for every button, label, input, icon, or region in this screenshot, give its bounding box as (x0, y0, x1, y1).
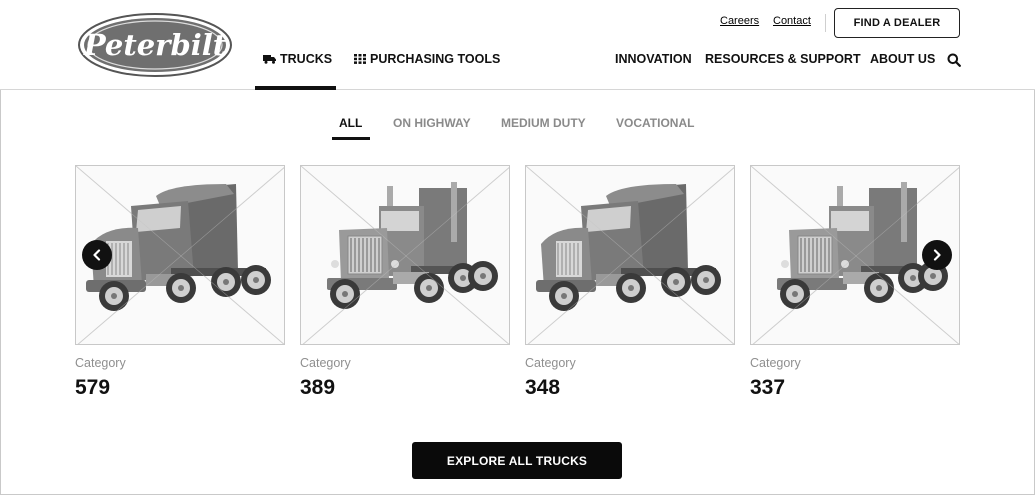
tab-all[interactable]: ALL (339, 116, 362, 130)
card-category: Category (75, 356, 126, 370)
card-model-number: 389 (300, 376, 336, 399)
tab-vocational[interactable]: VOCATIONAL (616, 116, 694, 130)
peterbilt-logo[interactable]: Peterbilt (77, 12, 233, 78)
logo-wordmark: Peterbilt (83, 28, 227, 62)
contact-link[interactable]: Contact (773, 15, 811, 27)
careers-link[interactable]: Careers (720, 15, 759, 27)
truck-icon (263, 55, 276, 64)
chevron-right-icon (933, 249, 941, 261)
truck-image (300, 165, 510, 345)
nav-trucks[interactable]: TRUCKS (263, 52, 332, 66)
truck-image (525, 165, 735, 345)
tab-active-indicator (332, 137, 370, 140)
utility-divider (825, 14, 826, 32)
card-category: Category (300, 356, 351, 370)
explore-all-trucks-button[interactable]: EXPLORE ALL TRUCKS (412, 442, 622, 479)
grid-icon (354, 54, 366, 64)
nav-purchasing-tools-label: PURCHASING TOOLS (370, 52, 501, 66)
tab-medium-duty[interactable]: MEDIUM DUTY (501, 116, 586, 130)
nav-trucks-label: TRUCKS (280, 52, 333, 66)
tab-on-highway[interactable]: ON HIGHWAY (393, 116, 471, 130)
nav-resources-support[interactable]: RESOURCES & SUPPORT (705, 52, 861, 66)
card-category: Category (525, 356, 576, 370)
find-dealer-button[interactable]: FIND A DEALER (834, 8, 960, 38)
nav-innovation[interactable]: INNOVATION (615, 52, 692, 66)
chevron-left-icon (93, 249, 101, 261)
nav-about-us[interactable]: ABOUT US (870, 52, 935, 66)
card-model-number: 337 (750, 376, 786, 399)
carousel-prev-button[interactable] (82, 240, 112, 270)
nav-purchasing-tools[interactable]: PURCHASING TOOLS (354, 52, 500, 66)
truck-card[interactable]: Category 348 (525, 165, 735, 399)
card-category: Category (750, 356, 801, 370)
card-model-number: 579 (75, 376, 111, 399)
site-header: Peterbilt Careers Contact FIND A DEALER … (0, 0, 1035, 90)
carousel-next-button[interactable] (922, 240, 952, 270)
search-icon[interactable] (947, 53, 961, 67)
nav-active-indicator (255, 86, 336, 90)
truck-card[interactable]: Category 389 (300, 165, 510, 399)
card-model-number: 348 (525, 376, 561, 399)
